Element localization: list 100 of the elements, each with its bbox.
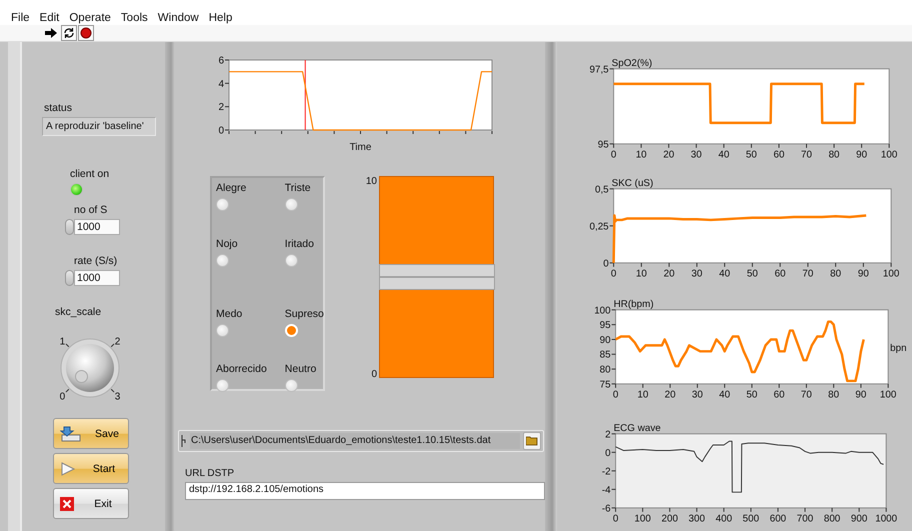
dial-tick-label: 2: [114, 336, 120, 348]
tick-label: 50: [746, 150, 757, 161]
tick-label: 800: [824, 514, 840, 526]
slider-track[interactable]: [379, 176, 494, 378]
chart-title: SpO2(%): [612, 58, 652, 69]
field-label: no of S: [74, 204, 108, 216]
tick-label: 60: [773, 150, 784, 161]
led-label: Aborrecido: [216, 363, 267, 375]
menu-item[interactable]: Window: [152, 12, 204, 24]
led-label: client on: [70, 168, 110, 180]
tick-label: 100: [882, 269, 900, 280]
tick-label: 60: [774, 390, 785, 401]
tick-label: 0: [603, 258, 609, 270]
tick-label: 20: [664, 390, 676, 401]
tick-label: 0,5: [594, 184, 609, 196]
chart-title: HR(bpm): [614, 298, 654, 310]
led-label: Neutro: [284, 363, 316, 375]
tick-label: 0,25: [589, 222, 609, 233]
run-continuously-icon[interactable]: [63, 27, 75, 39]
tick-label: 4: [218, 78, 224, 90]
cursor-line[interactable]: [304, 60, 306, 130]
save-button[interactable]: Save: [53, 418, 129, 449]
led-label: Supreso: [284, 308, 324, 320]
tick-label: 80: [830, 269, 842, 280]
url-field[interactable]: dstp://192.168.2.105/emotions: [185, 482, 545, 500]
tick-label: 75: [600, 379, 611, 390]
tick-label: 2: [218, 102, 224, 114]
slider-thumb[interactable]: [379, 264, 495, 290]
field-label: URL DSTP: [185, 468, 236, 479]
path-field[interactable]: C:\Users\user\Documents\Eduardo_emotions\teste1.10.15\tests.dat: [178, 430, 544, 452]
tick-label: 400: [716, 514, 732, 526]
tick-label: 2: [605, 430, 611, 441]
tick-label: 50: [746, 269, 758, 280]
run-arrow-icon[interactable]: [44, 27, 58, 39]
dial-tick-label: 1: [60, 336, 66, 348]
led-label: Medo: [216, 308, 244, 320]
tick-label: 200: [662, 514, 678, 526]
tick-label: 0: [610, 150, 616, 161]
spin-arrows[interactable]: [65, 219, 74, 235]
play-icon: [60, 460, 76, 476]
tick-label: 100: [880, 390, 896, 401]
tick-label: 10: [637, 390, 648, 401]
knob-label: skc_scale: [55, 306, 102, 318]
tick-label: 900: [850, 514, 868, 526]
led-label: Nojo: [216, 238, 239, 250]
tick-label: 90: [856, 150, 868, 161]
exit-button[interactable]: Exit: [53, 488, 129, 519]
tick-label: -6: [602, 504, 611, 515]
tick-label: 0: [612, 514, 618, 526]
tick-label: 50: [746, 390, 758, 401]
menu-item[interactable]: Tools: [116, 12, 153, 24]
tick-label: 30: [692, 390, 703, 401]
scale-label: 10: [366, 176, 377, 187]
tick-label: 6: [218, 56, 224, 66]
tick-label: 40: [719, 269, 730, 280]
led-label: Alegre: [216, 182, 248, 194]
tick-label: 80: [828, 390, 840, 401]
status-field: A reproduzir 'baseline': [42, 117, 156, 136]
menu-item[interactable]: Edit: [34, 12, 64, 24]
chart-title: SKC (uS): [612, 178, 654, 190]
close-icon: [60, 496, 74, 510]
tick-label: 70: [801, 150, 812, 161]
tick-label: 500: [742, 514, 760, 526]
tick-label: 100: [594, 305, 611, 316]
folder-icon: [526, 436, 538, 446]
numeric-field[interactable]: 1000: [74, 270, 120, 286]
browse-button[interactable]: [523, 432, 541, 450]
tick-label: 95: [600, 320, 611, 332]
tick-label: -4: [602, 485, 611, 496]
stop-icon[interactable]: [80, 27, 92, 39]
spin-arrows[interactable]: [65, 270, 74, 286]
tick-label: 0: [610, 269, 616, 280]
tick-label: 60: [774, 269, 786, 280]
tick-label: 70: [800, 390, 812, 401]
numeric-field[interactable]: 1000: [74, 219, 120, 235]
menu-item[interactable]: Help: [204, 12, 238, 24]
chart-title: ECG wave: [614, 423, 661, 434]
tick-label: 90: [858, 269, 869, 280]
tick-label: 300: [688, 514, 705, 526]
tick-label: 0: [605, 448, 611, 460]
axis-label: Time: [350, 142, 372, 152]
tick-label: 30: [690, 150, 702, 161]
tick-label: 0: [218, 126, 224, 136]
field-label: rate (S/s): [74, 255, 118, 267]
dial-tick-label: 3: [114, 392, 120, 403]
tick-label: 85: [600, 350, 611, 361]
menu-item[interactable]: File: [6, 12, 35, 24]
field-label: status: [44, 102, 74, 114]
axis-label: bpn: [890, 342, 907, 354]
tick-label: 1000: [875, 514, 898, 526]
splitter-bar[interactable]: [165, 42, 175, 531]
start-button[interactable]: Start: [53, 453, 129, 484]
tick-label: 70: [802, 269, 814, 280]
tick-label: 40: [718, 150, 730, 161]
tick-label: 40: [719, 390, 730, 401]
scale-label: 0: [371, 369, 377, 380]
tick-label: 10: [636, 269, 647, 280]
led-label: Iritado: [284, 238, 314, 250]
path-icon: [181, 434, 187, 448]
menu-item[interactable]: Operate: [64, 12, 116, 24]
